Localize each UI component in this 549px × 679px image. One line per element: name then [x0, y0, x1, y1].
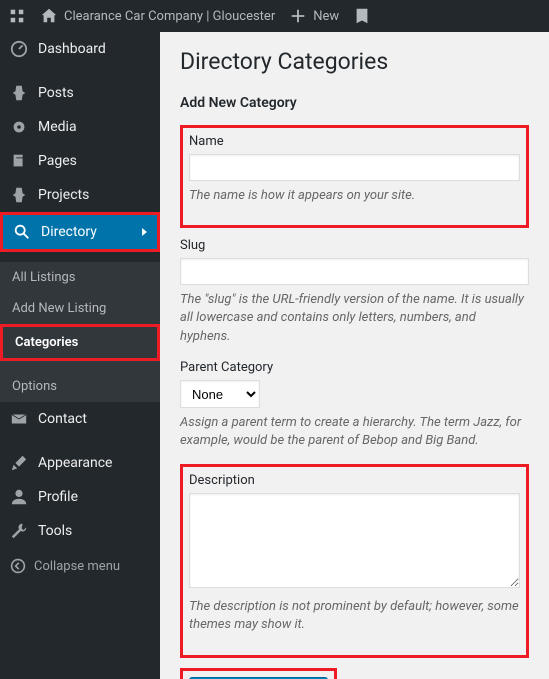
sidebar-item-directory[interactable]: Directory [3, 215, 157, 249]
mail-icon [10, 410, 28, 428]
sub-item-options[interactable]: Options [0, 371, 160, 402]
sub-item-add-listing[interactable]: Add New Listing [0, 293, 160, 324]
sidebar-item-posts[interactable]: Posts [0, 76, 160, 110]
name-description: The name is how it appears on your site. [189, 187, 520, 205]
chevron-right-icon [142, 228, 147, 236]
slug-input[interactable] [180, 258, 529, 285]
highlight-description: Description The description is not promi… [180, 464, 529, 657]
admin-sidebar: Dashboard Posts Media Pages Projects Dir… [0, 32, 160, 679]
collapse-menu[interactable]: Collapse menu [0, 548, 160, 584]
name-input[interactable] [189, 154, 520, 181]
highlight-submit: Add New Category [180, 668, 337, 679]
sidebar-item-projects[interactable]: Projects [0, 178, 160, 212]
directory-submenu: All Listings Add New Listing Categories … [0, 262, 160, 402]
sidebar-label: Projects [38, 187, 89, 203]
new-link[interactable]: New [289, 7, 339, 25]
content-area: Directory Categories Add New Category Na… [160, 32, 549, 679]
parent-description: Assign a parent term to create a hierarc… [180, 414, 529, 450]
sidebar-label: Directory [41, 224, 97, 240]
sub-item-categories[interactable]: Categories [3, 327, 157, 358]
pin-icon [10, 84, 28, 102]
sidebar-label: Tools [38, 523, 72, 539]
yoast-link[interactable] [353, 7, 371, 25]
sidebar-item-dashboard[interactable]: Dashboard [0, 32, 160, 66]
sidebar-item-tools[interactable]: Tools [0, 514, 160, 548]
sidebar-item-pages[interactable]: Pages [0, 144, 160, 178]
parent-label: Parent Category [180, 360, 529, 375]
pin-icon [10, 186, 28, 204]
sidebar-item-media[interactable]: Media [0, 110, 160, 144]
sidebar-label: Pages [38, 153, 77, 169]
sidebar-label: Contact [38, 411, 87, 427]
slug-description: The "slug" is the URL-friendly version o… [180, 291, 529, 346]
wordpress-icon [8, 7, 26, 25]
description-label: Description [189, 473, 520, 488]
name-label: Name [189, 134, 520, 149]
sub-item-all-listings[interactable]: All Listings [0, 262, 160, 293]
brush-icon [10, 454, 28, 472]
yoast-icon [353, 7, 371, 25]
parent-select[interactable]: None [180, 380, 260, 408]
media-icon [10, 118, 28, 136]
description-textarea[interactable] [189, 493, 520, 588]
collapse-icon [10, 558, 26, 574]
sidebar-label: Profile [38, 489, 78, 505]
page-title: Directory Categories [180, 48, 529, 75]
wp-logo[interactable] [8, 7, 26, 25]
sidebar-item-appearance[interactable]: Appearance [0, 446, 160, 480]
sidebar-label: Appearance [38, 455, 112, 471]
collapse-label: Collapse menu [34, 559, 120, 574]
plus-icon [289, 7, 307, 25]
user-icon [10, 488, 28, 506]
sidebar-label: Posts [38, 85, 74, 101]
dashboard-icon [10, 40, 28, 58]
form-heading: Add New Category [180, 95, 529, 111]
slug-label: Slug [180, 238, 529, 253]
description-description: The description is not prominent by defa… [189, 598, 520, 634]
home-icon [40, 7, 58, 25]
new-label: New [313, 9, 339, 24]
search-icon [13, 223, 31, 241]
sidebar-label: Dashboard [38, 41, 106, 57]
site-link[interactable]: Clearance Car Company | Gloucester [40, 7, 275, 25]
wrench-icon [10, 522, 28, 540]
sidebar-label: Media [38, 119, 77, 135]
sidebar-item-profile[interactable]: Profile [0, 480, 160, 514]
pages-icon [10, 152, 28, 170]
sidebar-item-contact[interactable]: Contact [0, 402, 160, 436]
highlight-name: Name The name is how it appears on your … [180, 125, 529, 228]
admin-bar: Clearance Car Company | Gloucester New [0, 0, 549, 32]
site-name: Clearance Car Company | Gloucester [64, 9, 275, 24]
